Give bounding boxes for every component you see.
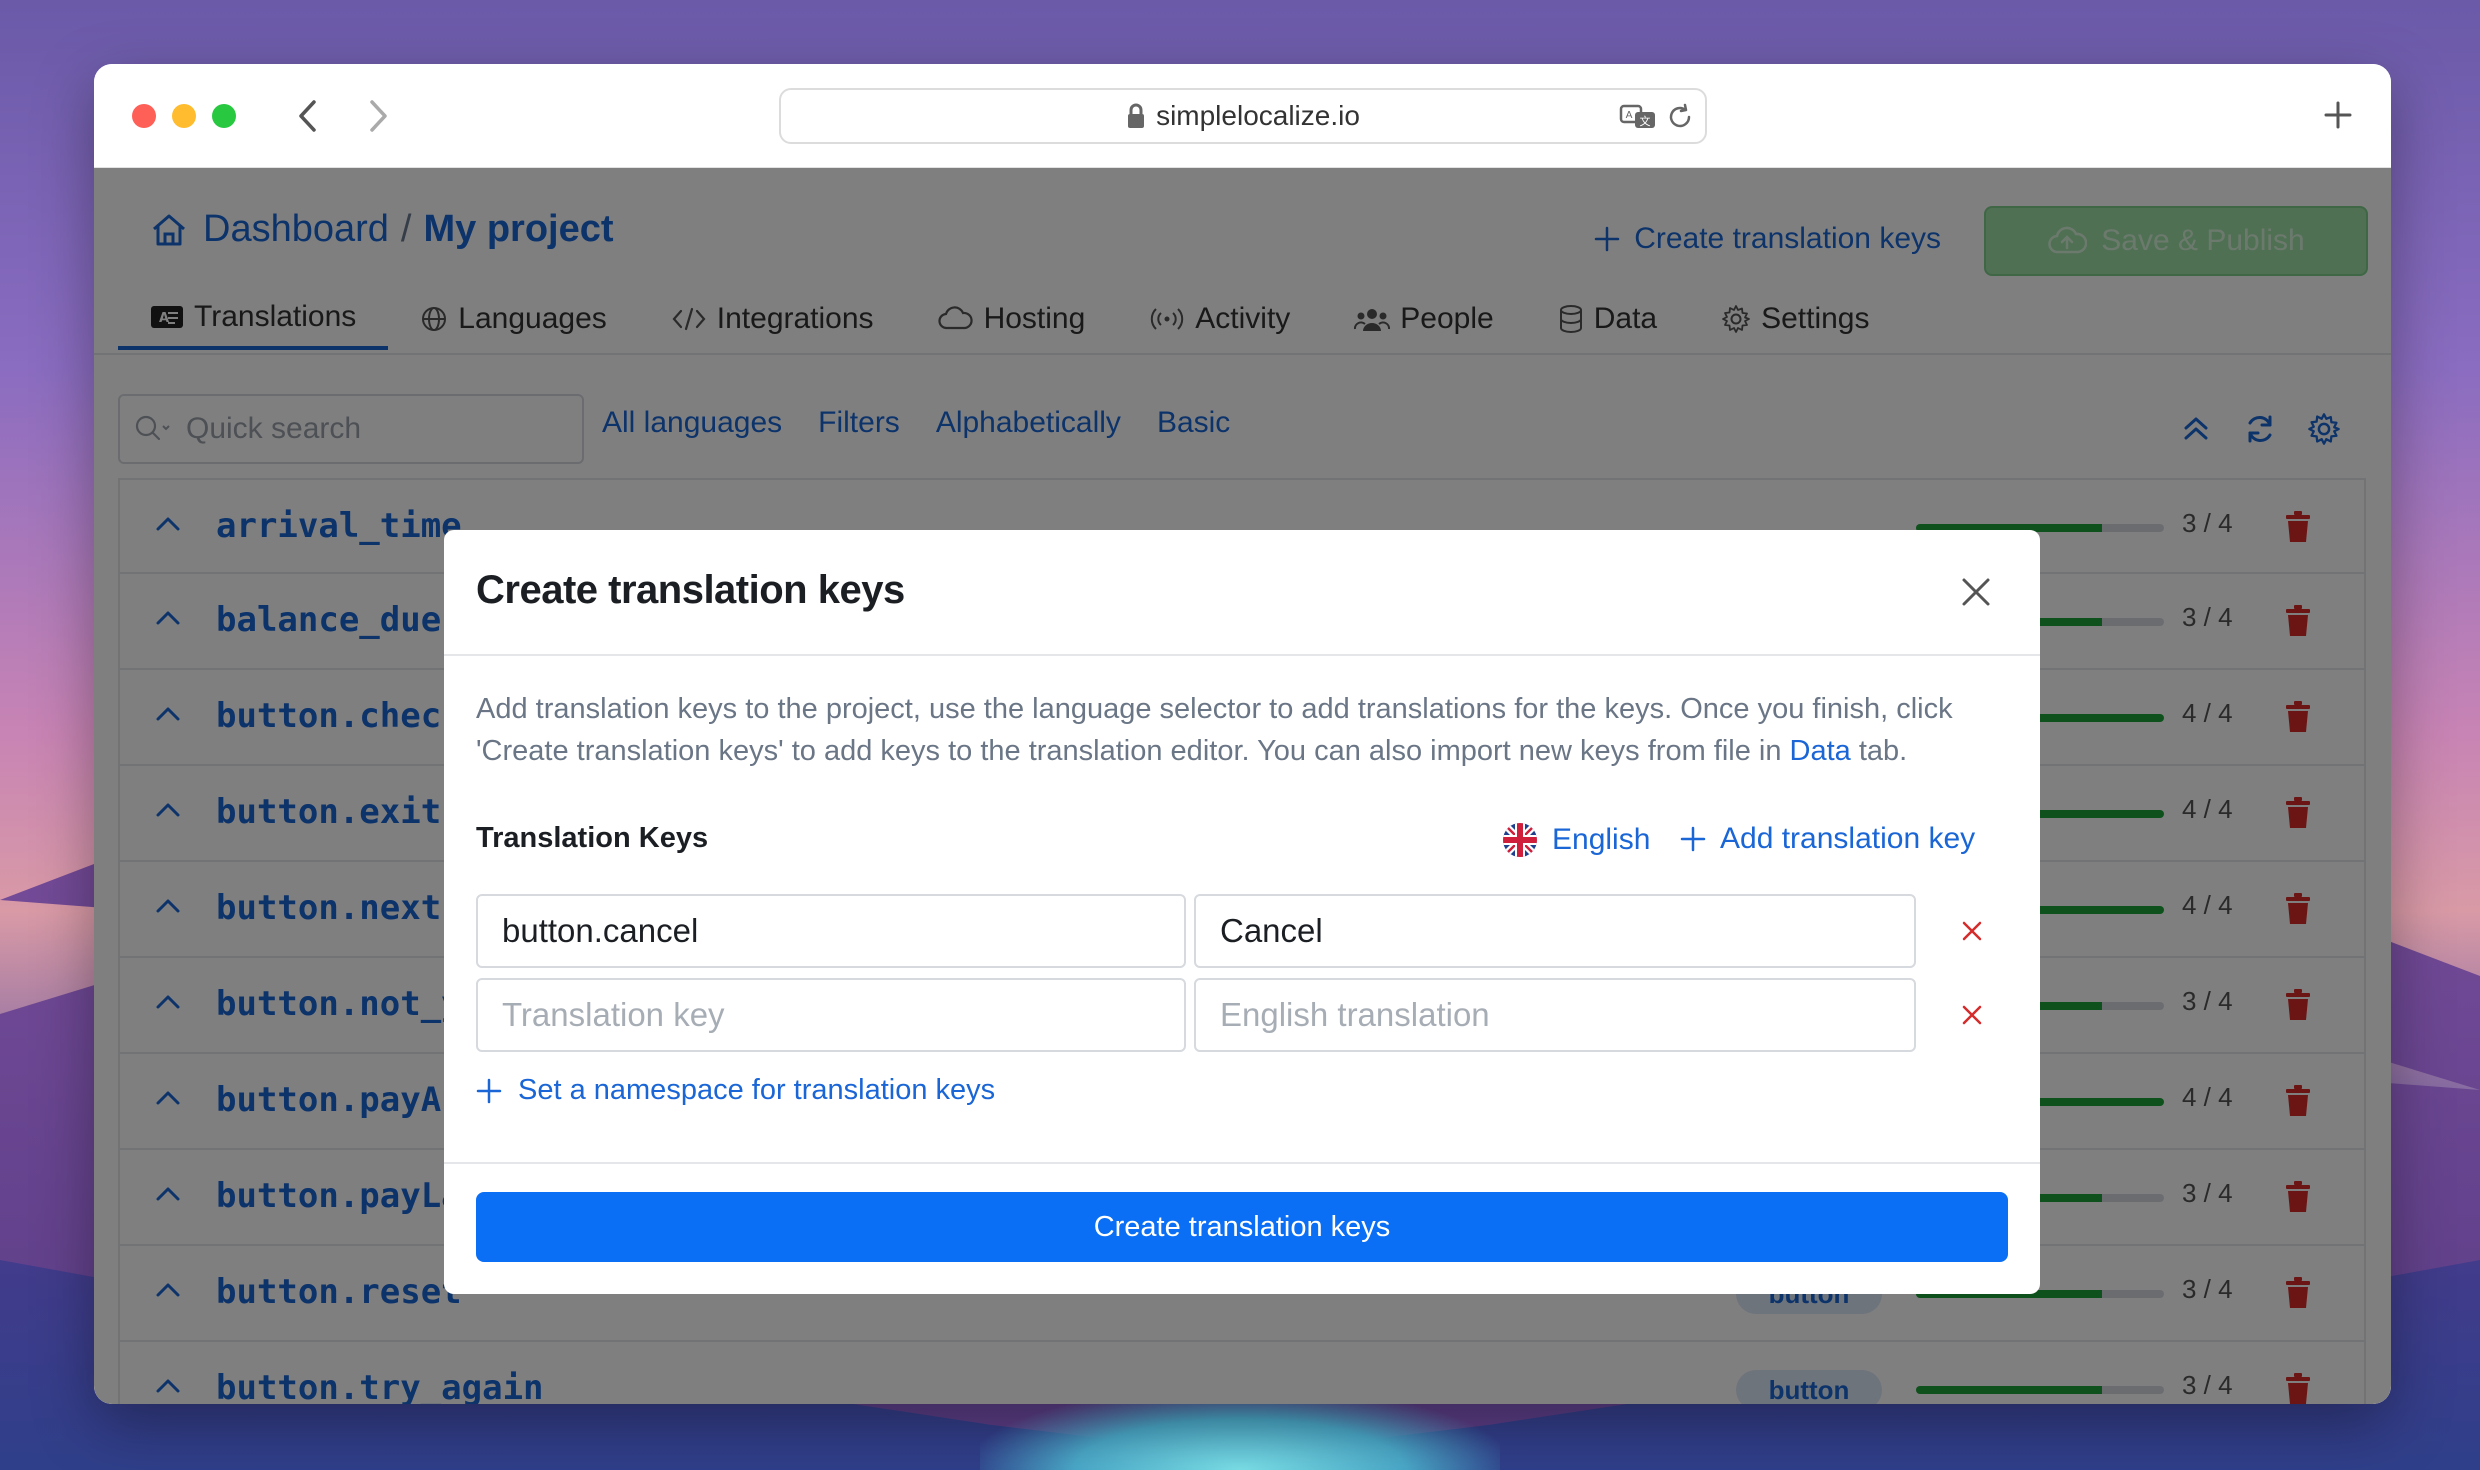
translation-value-input[interactable]: English translation — [1194, 978, 1916, 1052]
chevron-left-icon — [299, 100, 316, 132]
forward-button[interactable] — [356, 94, 400, 138]
close-icon[interactable] — [1958, 574, 1994, 610]
plus-icon — [1680, 826, 1706, 852]
minimize-window-button[interactable] — [172, 104, 196, 128]
browser-window: simplelocalize.io 文A Dashboard / My proj… — [94, 64, 2391, 1404]
modal-header: Create translation keys — [444, 530, 2040, 656]
translation-key-input[interactable]: button.cancel — [476, 894, 1186, 968]
translation-key-input[interactable]: Translation key — [476, 978, 1186, 1052]
svg-text:A: A — [1626, 110, 1633, 121]
browser-chrome: simplelocalize.io 文A — [94, 64, 2391, 168]
set-namespace-button[interactable]: Set a namespace for translation keys — [476, 1074, 995, 1107]
uk-flag-icon — [1503, 823, 1537, 857]
set-namespace-label: Set a namespace for translation keys — [518, 1074, 996, 1106]
add-translation-key-button[interactable]: Add translation key — [1680, 822, 1975, 856]
modal-footer-divider — [444, 1162, 2040, 1164]
translation-value-input[interactable]: Cancel — [1194, 894, 1916, 968]
description-line-1: Add translation keys to the project, use… — [476, 693, 1953, 725]
app-content: Dashboard / My project Create translatio… — [94, 168, 2391, 1404]
create-translation-keys-button[interactable]: Create translation keys — [476, 1192, 2008, 1262]
modal-title: Create translation keys — [476, 568, 905, 612]
new-tab-button[interactable] — [2315, 92, 2361, 138]
close-window-button[interactable] — [132, 104, 156, 128]
language-label: English — [1552, 823, 1651, 856]
lock-icon — [1126, 103, 1146, 129]
translation-keys-heading: Translation Keys — [476, 822, 709, 854]
reload-icon[interactable] — [1665, 102, 1695, 139]
create-keys-modal: Create translation keys Add translation … — [444, 530, 2040, 1294]
language-selector[interactable]: English — [1502, 822, 1650, 858]
add-translation-key-label: Add translation key — [1720, 822, 1976, 855]
chevron-right-icon — [370, 100, 387, 132]
translate-page-icon[interactable]: 文A — [1619, 102, 1657, 139]
back-button[interactable] — [286, 94, 330, 138]
remove-row-icon[interactable] — [1958, 1001, 1986, 1029]
maximize-window-button[interactable] — [212, 104, 236, 128]
address-bar[interactable]: simplelocalize.io 文A — [779, 88, 1707, 144]
description-line-2: 'Create translation keys' to add keys to… — [476, 735, 1790, 767]
data-tab-link[interactable]: Data — [1790, 735, 1851, 767]
url-text: simplelocalize.io — [1156, 100, 1360, 131]
description-end: tab. — [1850, 735, 1908, 767]
remove-row-icon[interactable] — [1958, 917, 1986, 945]
plus-icon — [476, 1078, 502, 1103]
plus-icon — [2324, 101, 2352, 129]
modal-description: Add translation keys to the project, use… — [476, 688, 2016, 772]
svg-text:文: 文 — [1640, 114, 1651, 128]
